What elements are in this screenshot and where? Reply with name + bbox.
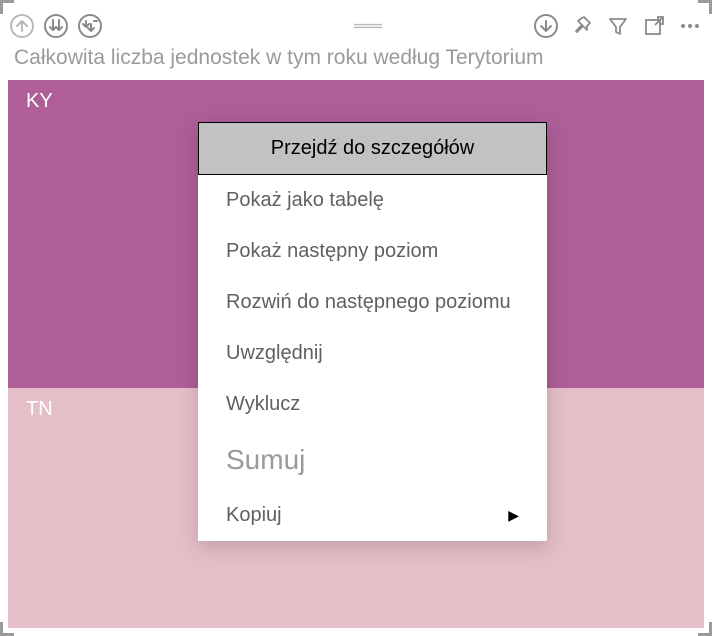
drill-down-all-icon[interactable] bbox=[42, 12, 70, 40]
context-menu-summarize[interactable]: Sumuj bbox=[198, 430, 547, 490]
focus-mode-icon[interactable] bbox=[640, 12, 668, 40]
context-menu-expand-next-level[interactable]: Rozwiń do następnego poziomu bbox=[198, 277, 547, 328]
more-options-icon[interactable] bbox=[676, 12, 704, 40]
context-menu-show-next-level[interactable]: Pokaż następny poziom bbox=[198, 226, 547, 277]
visual-title: Całkowita liczba jednostek w tym roku we… bbox=[14, 46, 698, 70]
drag-handle-icon[interactable] bbox=[354, 12, 382, 40]
context-menu-include[interactable]: Uwzględnij bbox=[198, 328, 547, 379]
context-menu-exclude[interactable]: Wyklucz bbox=[198, 379, 547, 430]
drill-mode-icon[interactable] bbox=[532, 12, 560, 40]
context-menu: Przejdź do szczegółów Pokaż jako tabelę … bbox=[198, 122, 547, 541]
context-menu-copy[interactable]: Kopiuj ▶ bbox=[198, 490, 547, 541]
submenu-arrow-icon: ▶ bbox=[508, 507, 519, 524]
context-menu-copy-label: Kopiuj bbox=[226, 504, 282, 527]
expand-next-level-icon[interactable] bbox=[76, 12, 104, 40]
segment-label: KY bbox=[26, 90, 53, 113]
context-menu-show-as-table[interactable]: Pokaż jako tabelę bbox=[198, 175, 547, 226]
segment-label: TN bbox=[26, 398, 53, 421]
pin-icon[interactable] bbox=[568, 12, 596, 40]
filter-icon[interactable] bbox=[604, 12, 632, 40]
drill-up-icon[interactable] bbox=[8, 12, 36, 40]
context-menu-drill-through[interactable]: Przejdź do szczegółów bbox=[198, 122, 547, 175]
visual-toolbar bbox=[8, 6, 704, 46]
